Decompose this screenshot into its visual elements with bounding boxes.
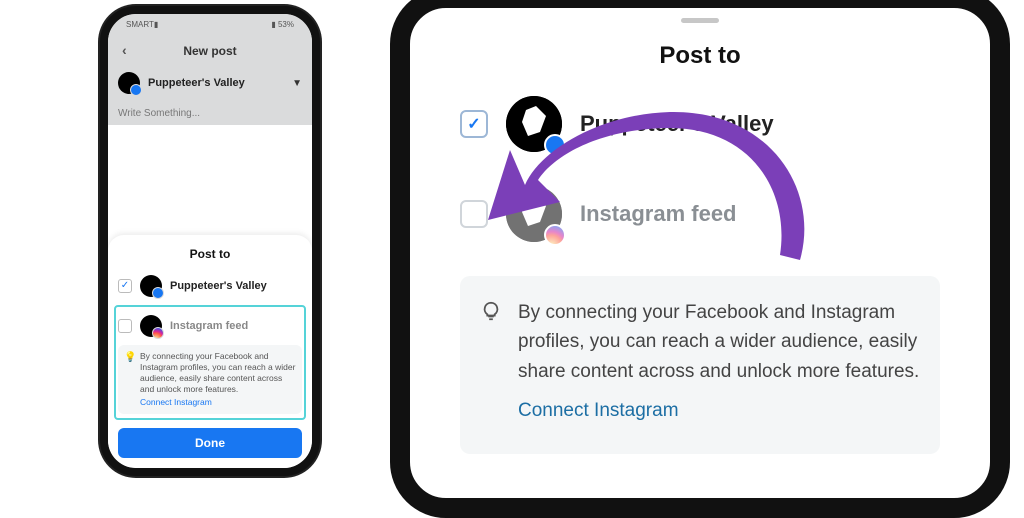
avatar bbox=[118, 72, 140, 94]
compose-placeholder[interactable]: Write Something... bbox=[118, 108, 302, 119]
checkbox-checked-icon[interactable]: ✓ bbox=[460, 110, 488, 138]
page-title: New post bbox=[183, 44, 236, 58]
phone-mockup: SMART▮ ▮ 53% ‹ New post Puppeteer's Vall… bbox=[100, 6, 320, 476]
carrier-label: SMART▮ bbox=[126, 20, 158, 29]
checkbox-checked-icon[interactable]: ✓ bbox=[118, 279, 132, 293]
chevron-down-icon: ▼ bbox=[292, 78, 302, 89]
destination-facebook[interactable]: ✓ Puppeteer's Valley bbox=[118, 271, 302, 301]
destination-label: Puppeteer's Valley bbox=[580, 111, 774, 137]
destination-facebook[interactable]: ✓ Puppeteer's Valley bbox=[460, 96, 940, 152]
status-bar: SMART▮ ▮ 53% bbox=[108, 14, 312, 34]
destination-instagram[interactable]: Instagram feed bbox=[460, 186, 940, 242]
lightbulb-icon: 💡 bbox=[124, 351, 136, 364]
battery-label: ▮ 53% bbox=[271, 20, 294, 29]
checkbox-empty-icon[interactable] bbox=[118, 319, 132, 333]
connect-tip: By connecting your Facebook and Instagra… bbox=[460, 276, 940, 454]
instagram-badge-icon bbox=[544, 224, 566, 246]
back-icon[interactable]: ‹ bbox=[122, 42, 127, 58]
avatar bbox=[140, 315, 162, 337]
post-to-sheet: Post to ✓ Puppeteer's Valley Instagram f… bbox=[108, 235, 312, 468]
zoom-detail: Post to ✓ Puppeteer's Valley Instagram f… bbox=[390, 0, 1010, 518]
avatar bbox=[506, 96, 562, 152]
account-name: Puppeteer's Valley bbox=[148, 77, 284, 89]
sheet-title: Post to bbox=[460, 42, 940, 70]
sheet-title: Post to bbox=[118, 247, 302, 261]
avatar bbox=[506, 186, 562, 242]
annotation-highlight: Instagram feed 💡 By connecting your Face… bbox=[114, 305, 306, 420]
done-button[interactable]: Done bbox=[118, 428, 302, 458]
account-selector[interactable]: Puppeteer's Valley ▼ bbox=[118, 72, 302, 94]
destination-label: Instagram feed bbox=[580, 201, 737, 227]
tip-text: By connecting your Facebook and Instagra… bbox=[518, 302, 919, 382]
connect-tip: 💡 By connecting your Facebook and Instag… bbox=[118, 345, 302, 414]
facebook-badge-icon bbox=[544, 134, 566, 156]
tip-text: By connecting your Facebook and Instagra… bbox=[140, 351, 295, 394]
avatar bbox=[140, 275, 162, 297]
destination-label: Instagram feed bbox=[170, 320, 248, 332]
checkbox-empty-icon[interactable] bbox=[460, 200, 488, 228]
lightbulb-icon bbox=[480, 300, 502, 331]
connect-instagram-link[interactable]: Connect Instagram bbox=[140, 397, 296, 408]
destination-instagram[interactable]: Instagram feed bbox=[118, 311, 302, 341]
destination-label: Puppeteer's Valley bbox=[170, 280, 267, 292]
connect-instagram-link[interactable]: Connect Instagram bbox=[518, 396, 920, 425]
